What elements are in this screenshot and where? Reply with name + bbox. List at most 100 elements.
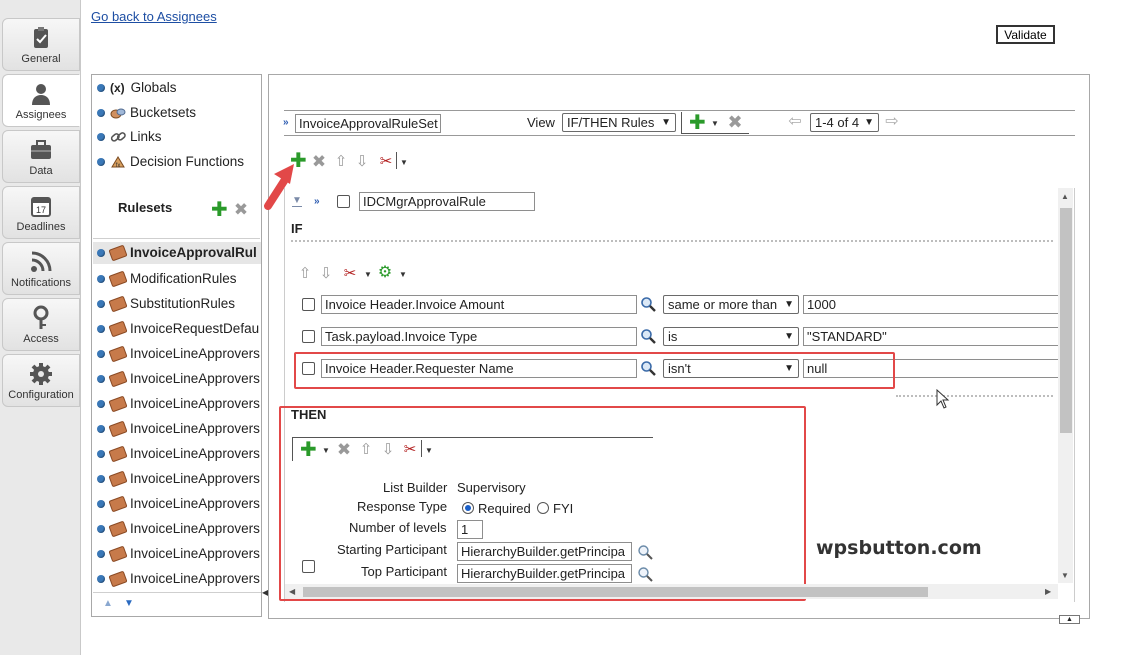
person-icon	[32, 84, 50, 105]
scroll-down-icon[interactable]: ▼	[124, 598, 134, 609]
next-page-icon[interactable]: ⇨	[884, 114, 900, 130]
horizontal-scroll-thumb[interactable]	[303, 587, 928, 597]
add-ruleset-icon[interactable]: ✚	[211, 200, 228, 220]
ruleset-icon	[108, 496, 128, 513]
condition-left-operand[interactable]: Task.payload.Invoice Type	[321, 327, 637, 346]
rule-collapse-triangle-icon[interactable]: ▼	[292, 195, 302, 207]
ruleset-item[interactable]: InvoiceLineApprovers	[97, 496, 261, 514]
search-icon[interactable]	[640, 328, 656, 344]
ruleset-icon	[108, 421, 128, 438]
tab-access[interactable]: Access	[2, 298, 80, 351]
condition-settings-gear-icon[interactable]: ⚙	[377, 265, 393, 281]
ruleset-item[interactable]: InvoiceLineApprovers	[97, 521, 261, 539]
ruleset-item[interactable]: ModificationRules	[97, 271, 261, 289]
condition-checkbox[interactable]	[302, 298, 315, 311]
bullet-icon	[97, 109, 105, 118]
tab-deadlines[interactable]: 17 Deadlines	[2, 186, 80, 239]
nav-label: Globals	[130, 80, 177, 95]
ruleset-item[interactable]: InvoiceLineApprovers	[97, 446, 261, 464]
ruleset-icon	[108, 471, 128, 488]
bullet-icon	[97, 425, 105, 434]
rule-expand-icon[interactable]: »	[314, 196, 320, 207]
move-up-icon[interactable]: ⇧	[333, 154, 349, 170]
briefcase-icon	[31, 140, 51, 159]
bullet-icon	[97, 249, 105, 258]
pager-select[interactable]: 1-4 of 4 ▼	[810, 113, 879, 132]
tab-assignees[interactable]: Assignees	[2, 74, 80, 127]
condition-right-operand[interactable]: 1000	[803, 295, 1059, 314]
move-down-icon[interactable]: ⇩	[354, 154, 370, 170]
rule-name-field[interactable]: IDCMgrApprovalRule	[359, 192, 535, 211]
nav-item-globals[interactable]: (x) Globals	[97, 80, 176, 98]
validate-button[interactable]: Validate	[996, 25, 1055, 44]
view-select[interactable]: IF/THEN Rules ▼	[562, 113, 676, 132]
delete-icon[interactable]: ✖	[311, 153, 327, 170]
tab-label: General	[21, 53, 61, 65]
ruleset-item[interactable]: InvoiceLineApprovers	[97, 346, 261, 364]
rule-select-checkbox[interactable]	[337, 195, 350, 208]
bullet-icon	[97, 275, 105, 284]
ruleset-item[interactable]: InvoiceLineApprovers	[97, 571, 261, 589]
ruleset-item[interactable]: SubstitutionRules	[97, 296, 261, 314]
condition-end-separator	[896, 395, 1053, 397]
tab-data[interactable]: Data	[2, 130, 80, 183]
chevron-down-icon: ▼	[864, 117, 874, 128]
condition-checkbox[interactable]	[302, 330, 315, 343]
ruleset-label: InvoiceLineApprovers	[130, 371, 260, 386]
ruleset-item[interactable]: InvoiceLineApprovers	[97, 471, 261, 489]
condition-cut-menu-icon[interactable]: ▼	[364, 270, 372, 279]
ruleset-item[interactable]: InvoiceLineApprovers	[97, 421, 261, 439]
ruleset-item[interactable]: InvoiceLineApprovers	[97, 546, 261, 564]
previous-page-icon[interactable]: ⇦	[787, 114, 803, 130]
cut-icon[interactable]: ✂	[378, 154, 394, 170]
add-menu-chevron-icon[interactable]: ▼	[711, 119, 719, 128]
chevron-down-icon: ▼	[784, 299, 794, 310]
rulesets-title: Rulesets	[118, 200, 173, 215]
ruleset-label: InvoiceApprovalRul	[130, 245, 257, 260]
ruleset-name-field[interactable]: InvoiceApprovalRuleSet	[295, 114, 441, 133]
cut-menu-chevron-icon[interactable]: ▼	[400, 158, 408, 167]
scroll-right-arrow-icon[interactable]: ▶	[1045, 587, 1051, 596]
divider	[93, 238, 260, 239]
ruleset-item[interactable]: InvoiceLineApprovers	[97, 371, 261, 389]
vertical-scroll-thumb[interactable]	[1060, 208, 1072, 433]
nav-item-bucketsets[interactable]: Bucketsets	[97, 105, 196, 123]
highlight-box-then	[279, 406, 806, 601]
collapse-ruleset-icon[interactable]: »	[283, 117, 289, 128]
toolbar-separator	[396, 152, 397, 169]
condition-move-down-icon[interactable]: ⇩	[318, 266, 334, 282]
ruleset-item[interactable]: InvoiceApprovalRul	[97, 245, 261, 263]
panel-toggle-icon[interactable]: ▲	[1059, 615, 1080, 624]
tab-configuration[interactable]: Configuration	[2, 354, 80, 407]
condition-settings-menu-icon[interactable]: ▼	[399, 270, 407, 279]
bullet-icon	[97, 575, 105, 584]
mouse-cursor-icon	[936, 389, 950, 409]
add-rule-icon[interactable]: ✚	[689, 113, 706, 133]
gear-icon	[30, 363, 52, 385]
condition-left-operand[interactable]: Invoice Header.Invoice Amount	[321, 295, 637, 314]
condition-right-operand[interactable]: "STANDARD"	[803, 327, 1059, 346]
back-to-assignees-link[interactable]: Go back to Assignees	[91, 9, 217, 24]
tab-notifications[interactable]: Notifications	[2, 242, 80, 295]
ruleset-item[interactable]: InvoiceLineApprovers	[97, 396, 261, 414]
scroll-left-arrow-icon[interactable]: ◀	[289, 587, 295, 596]
condition-operator-select[interactable]: same or more than ▼	[663, 295, 799, 314]
scroll-down-arrow-icon[interactable]: ▼	[1061, 571, 1069, 580]
condition-move-up-icon[interactable]: ⇧	[297, 266, 313, 282]
link-icon	[110, 132, 126, 143]
ruleset-item[interactable]: InvoiceRequestDefau	[97, 321, 261, 339]
bullet-icon	[97, 325, 105, 334]
search-icon[interactable]	[640, 296, 656, 312]
scroll-up-icon[interactable]: ▲	[103, 598, 113, 609]
ruleset-icon	[108, 346, 128, 363]
calendar-day: 17	[36, 205, 46, 215]
tab-general[interactable]: General	[2, 18, 80, 71]
condition-cut-icon[interactable]: ✂	[342, 266, 358, 282]
delete-ruleset-icon[interactable]: ✖	[233, 201, 249, 218]
pager-value: 1-4 of 4	[815, 115, 860, 130]
scroll-up-arrow-icon[interactable]: ▲	[1061, 192, 1069, 201]
nav-item-links[interactable]: Links	[97, 129, 162, 147]
delete-rule-icon[interactable]: ✖	[727, 113, 743, 131]
condition-operator-select[interactable]: is ▼	[663, 327, 799, 346]
nav-item-decision-functions[interactable]: fx Decision Functions	[97, 154, 244, 172]
